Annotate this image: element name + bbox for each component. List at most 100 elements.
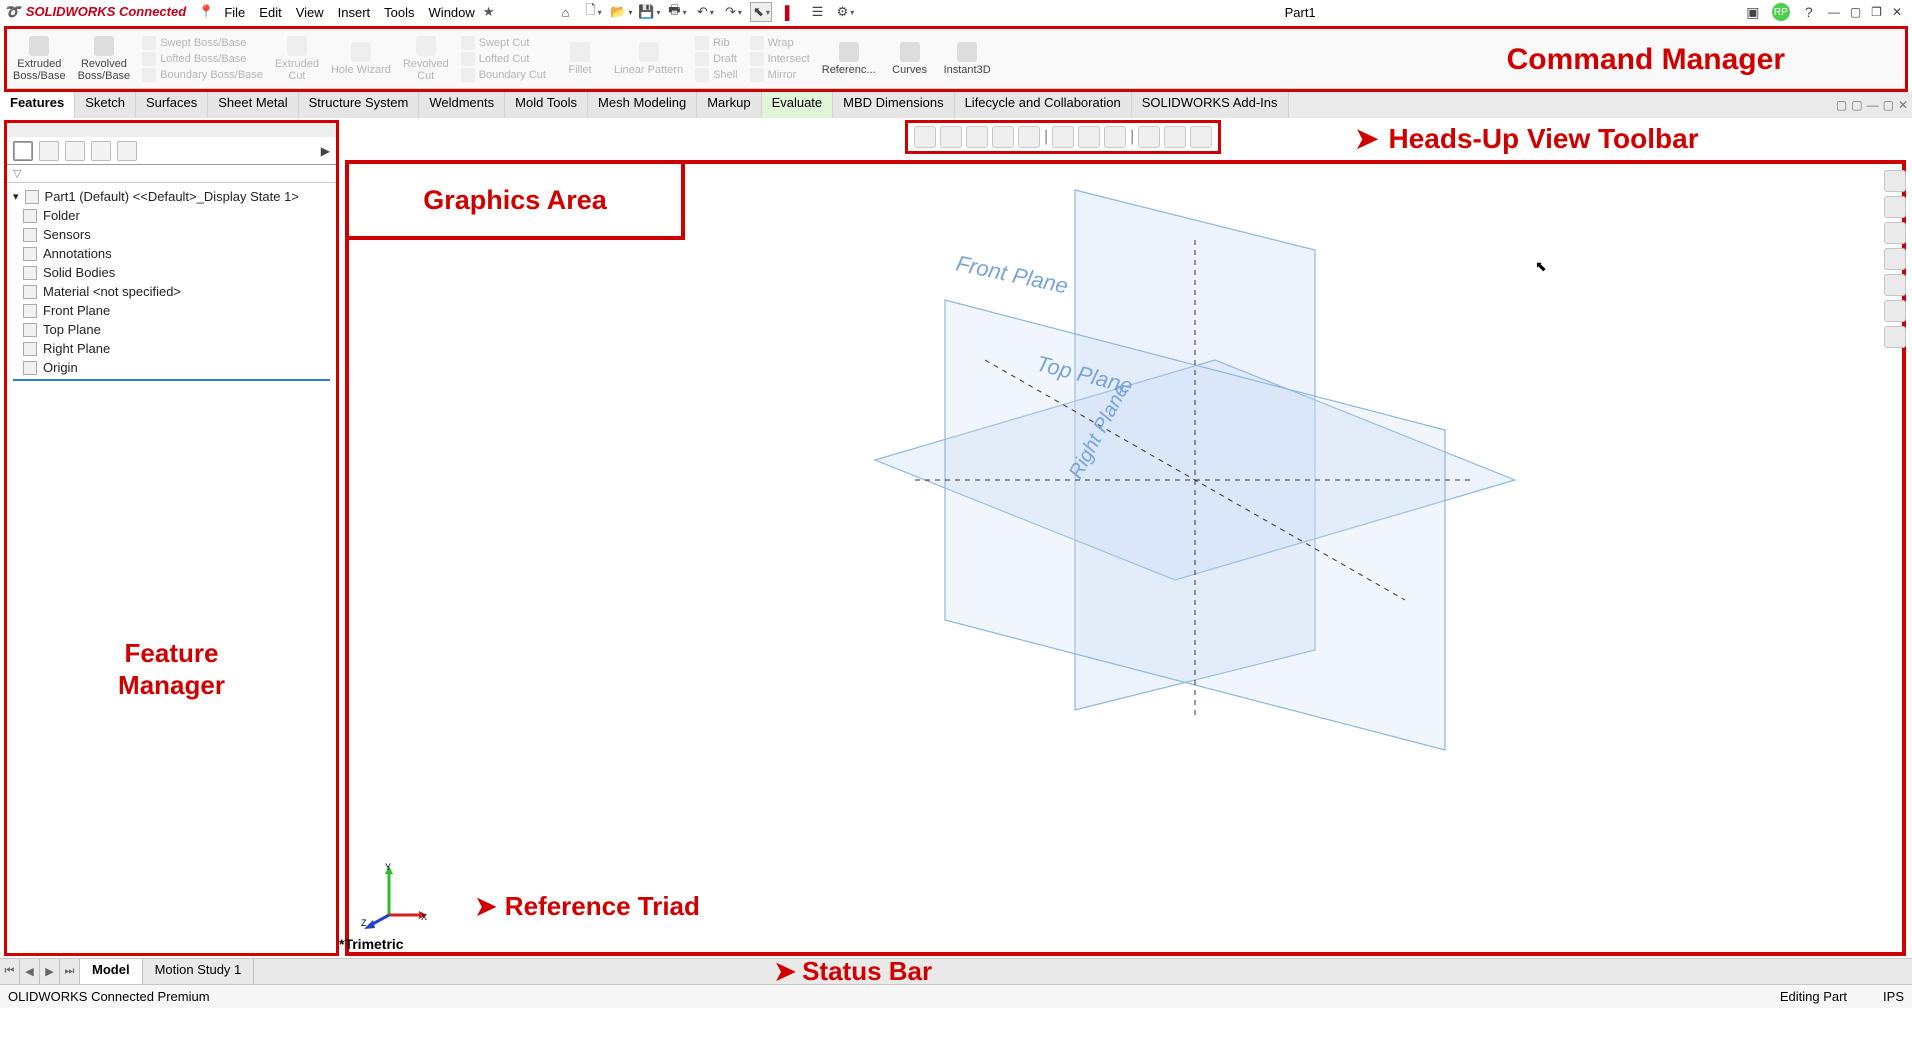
cm-min-icon[interactable]: ― [1867, 98, 1879, 112]
prev-view-icon[interactable] [966, 126, 988, 148]
pin-icon[interactable]: 📍 [198, 4, 214, 20]
fm-display-icon[interactable] [117, 141, 137, 161]
undo-icon[interactable]: ↶ [694, 2, 716, 22]
view-settings-icon[interactable] [1164, 126, 1186, 148]
menu-edit[interactable]: Edit [259, 5, 281, 20]
cm-close-icon[interactable]: ✕ [1898, 98, 1908, 112]
status-units[interactable]: IPS [1883, 989, 1904, 1004]
forum-icon[interactable] [1884, 326, 1906, 348]
cmd-instant3d[interactable]: Instant3D [938, 29, 997, 88]
menu-tools[interactable]: Tools [384, 5, 414, 20]
settings-icon[interactable]: ⚙ [834, 2, 856, 22]
user-avatar[interactable]: RP [1772, 3, 1790, 21]
maximize-icon[interactable]: ❐ [1871, 5, 1882, 19]
rebuild-icon[interactable]: ▌ [778, 2, 800, 22]
main-area: ▶ ▽ ▾ Part1 (Default) <<Default>_Display… [0, 118, 1912, 958]
tab-markup[interactable]: Markup [697, 92, 761, 118]
tree-node-solid-bodies[interactable]: Solid Bodies [13, 263, 330, 282]
hide-show-icon[interactable] [1078, 126, 1100, 148]
fm-expand-icon[interactable]: ▶ [321, 144, 330, 158]
view-orient-icon[interactable] [1018, 126, 1040, 148]
tree-node-folder[interactable]: Folder [13, 206, 330, 225]
file-explorer-icon[interactable] [1884, 222, 1906, 244]
tree-node-material[interactable]: Material <not specified> [13, 282, 330, 301]
tab-mold-tools[interactable]: Mold Tools [505, 92, 588, 118]
print-icon[interactable]: 🖶 [666, 2, 688, 22]
tree-node-origin[interactable]: Origin [13, 358, 330, 377]
triad-z: Z [361, 918, 367, 928]
tab-first-icon[interactable]: ⏮ [0, 959, 20, 984]
tab-weldments[interactable]: Weldments [419, 92, 505, 118]
tab-last-icon[interactable]: ⏭ [60, 959, 80, 984]
cmd-reference-geometry[interactable]: Referenc... [816, 29, 882, 88]
edit-appearance-icon[interactable] [1104, 126, 1126, 148]
close-icon[interactable]: ✕ [1892, 5, 1902, 19]
zoom-area-icon[interactable] [940, 126, 962, 148]
select-icon[interactable]: ⬉ [750, 2, 772, 22]
menu-file[interactable]: File [224, 5, 245, 20]
options-panel-icon[interactable]: ☰ [806, 2, 828, 22]
reference-triad[interactable]: Y X Z [359, 860, 429, 930]
tree-root[interactable]: ▾ Part1 (Default) <<Default>_Display Sta… [13, 187, 330, 206]
tab-lifecycle[interactable]: Lifecycle and Collaboration [955, 92, 1132, 118]
cmd-curves[interactable]: Curves [882, 29, 938, 88]
menu-insert[interactable]: Insert [338, 5, 371, 20]
tab-mesh-modeling[interactable]: Mesh Modeling [588, 92, 697, 118]
tree-node-right-plane[interactable]: Right Plane [13, 339, 330, 358]
fm-config-icon[interactable] [65, 141, 85, 161]
tab-sheet-metal[interactable]: Sheet Metal [208, 92, 298, 118]
fm-dim-icon[interactable] [91, 141, 111, 161]
status-mode: Editing Part [1780, 989, 1847, 1004]
save-icon[interactable]: 💾 [638, 2, 660, 22]
tab-surfaces[interactable]: Surfaces [136, 92, 208, 118]
tab-mbd-dimensions[interactable]: MBD Dimensions [833, 92, 954, 118]
curves-icon [900, 42, 920, 62]
apply-scene-icon[interactable] [1138, 126, 1160, 148]
tab-features[interactable]: Features [0, 92, 75, 118]
tab-next-icon[interactable]: ▶ [40, 959, 60, 984]
fm-tree-icon[interactable] [13, 141, 33, 161]
fm-property-icon[interactable] [39, 141, 59, 161]
new-icon[interactable]: 🗋 [582, 2, 604, 22]
help-icon[interactable]: ? [1800, 3, 1818, 21]
tab-structure-system[interactable]: Structure System [299, 92, 420, 118]
fm-filter-bar[interactable]: ▽ [7, 165, 336, 183]
menu-view[interactable]: View [296, 5, 324, 20]
cm-max-icon[interactable]: ▢ [1883, 98, 1894, 112]
cmd-label: Linear Pattern [614, 64, 683, 76]
tree-node-front-plane[interactable]: Front Plane [13, 301, 330, 320]
view-palette-icon[interactable] [1884, 248, 1906, 270]
bottom-tab-motion[interactable]: Motion Study 1 [143, 959, 255, 984]
tree-node-annotations[interactable]: Annotations [13, 244, 330, 263]
tab-prev-icon[interactable]: ◀ [20, 959, 40, 984]
minimize-icon[interactable]: ― [1828, 5, 1840, 19]
cm-expand-icon[interactable]: ▢ [1836, 98, 1847, 112]
menu-pin-icon[interactable]: ★ [483, 4, 495, 20]
zoom-fit-icon[interactable] [914, 126, 936, 148]
tab-addins[interactable]: SOLIDWORKS Add-Ins [1132, 92, 1289, 118]
tree-node-top-plane[interactable]: Top Plane [13, 320, 330, 339]
screen-icon[interactable] [1190, 126, 1212, 148]
cm-dock-icon[interactable]: ▢ [1851, 98, 1862, 112]
annotations-icon [23, 247, 37, 261]
redo-icon[interactable]: ↷ [722, 2, 744, 22]
home-icon[interactable]: ⌂ [554, 2, 576, 22]
cmd-extruded-boss[interactable]: Extruded Boss/Base [7, 29, 72, 88]
restore-icon[interactable]: ▢ [1850, 5, 1861, 19]
display-style-icon[interactable] [1052, 126, 1074, 148]
tree-node-sensors[interactable]: Sensors [13, 225, 330, 244]
sw-resources-icon[interactable] [1884, 170, 1906, 192]
menu-window[interactable]: Window [429, 5, 475, 20]
tab-sketch[interactable]: Sketch [75, 92, 136, 118]
appearances-icon[interactable] [1884, 274, 1906, 296]
cloud-search-icon[interactable]: ▣ [1744, 3, 1762, 21]
fm-drag-handle[interactable] [7, 123, 336, 137]
design-library-icon[interactable] [1884, 196, 1906, 218]
tree-expand-icon[interactable]: ▾ [13, 190, 19, 203]
cmd-revolved-boss[interactable]: Revolved Boss/Base [72, 29, 137, 88]
bottom-tab-model[interactable]: Model [80, 959, 143, 984]
tab-evaluate[interactable]: Evaluate [762, 92, 834, 118]
section-icon[interactable] [992, 126, 1014, 148]
open-icon[interactable]: 📂 [610, 2, 632, 22]
custom-props-icon[interactable] [1884, 300, 1906, 322]
